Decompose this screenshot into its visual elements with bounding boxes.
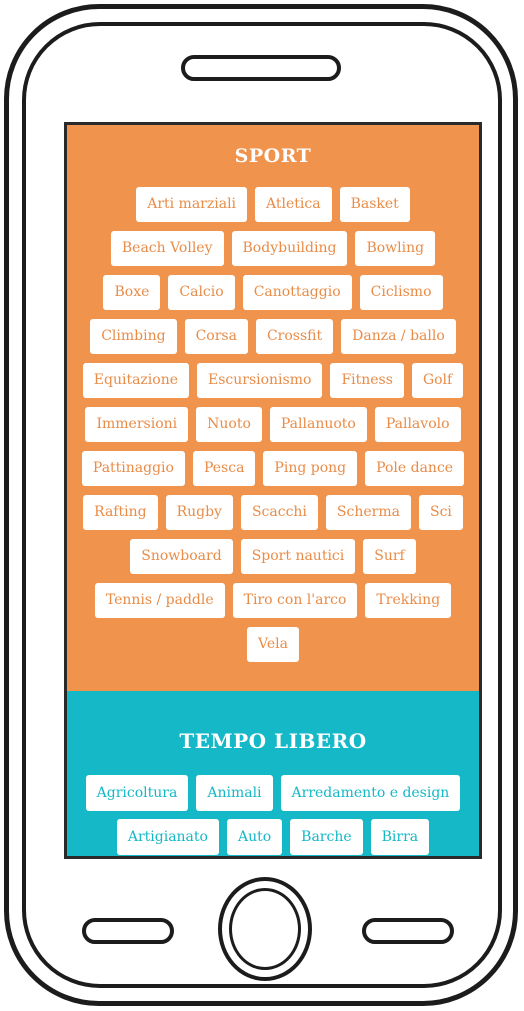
tag-immersioni[interactable]: Immersioni — [85, 407, 189, 442]
tag-snowboard[interactable]: Snowboard — [130, 539, 233, 574]
tag-pole-dance[interactable]: Pole dance — [365, 451, 465, 486]
back-button[interactable] — [82, 918, 174, 944]
tag-barche[interactable]: Barche — [290, 819, 363, 855]
tag-rafting[interactable]: Rafting — [83, 495, 158, 530]
tempo-row: Agricoltura Animali Arredamento e design — [67, 775, 479, 811]
home-button-inner — [229, 888, 301, 970]
tag-danza-ballo[interactable]: Danza / ballo — [341, 319, 456, 354]
sport-row: Boxe Calcio Canottaggio Ciclismo — [67, 275, 479, 310]
tag-tennis-paddle[interactable]: Tennis / paddle — [94, 583, 225, 618]
sport-row: Beach Volley Bodybuilding Bowling — [67, 231, 479, 266]
tag-surf[interactable]: Surf — [363, 539, 416, 574]
tag-trekking[interactable]: Trekking — [365, 583, 452, 618]
sport-row: Arti marziali Atletica Basket — [67, 187, 479, 222]
sport-row: Pattinaggio Pesca Ping pong Pole dance — [67, 451, 479, 486]
tag-golf[interactable]: Golf — [411, 363, 464, 398]
tag-boxe[interactable]: Boxe — [103, 275, 161, 310]
sport-row: Climbing Corsa Crossfit Danza / ballo — [67, 319, 479, 354]
tag-climbing[interactable]: Climbing — [90, 319, 177, 354]
tag-sci[interactable]: Sci — [418, 495, 463, 530]
tag-crossfit[interactable]: Crossfit — [255, 319, 334, 354]
tag-canottaggio[interactable]: Canottaggio — [242, 275, 352, 310]
tag-scherma[interactable]: Scherma — [325, 495, 411, 530]
sport-row: Rafting Rugby Scacchi Scherma Sci — [67, 495, 479, 530]
tag-bowling[interactable]: Bowling — [355, 231, 436, 266]
tag-auto[interactable]: Auto — [226, 819, 283, 855]
tag-scacchi[interactable]: Scacchi — [240, 495, 318, 530]
tag-agricoltura[interactable]: Agricoltura — [85, 775, 189, 811]
tag-artigianato[interactable]: Artigianato — [116, 819, 219, 855]
tempo-libero-title: TEMPO LIBERO — [179, 729, 367, 753]
tag-calcio[interactable]: Calcio — [168, 275, 235, 310]
tag-pattinaggio[interactable]: Pattinaggio — [81, 451, 185, 486]
menu-button[interactable] — [362, 918, 454, 944]
tag-atletica[interactable]: Atletica — [255, 187, 332, 222]
speaker-slot — [181, 55, 341, 81]
sport-row: Equitazione Escursionismo Fitness Golf — [67, 363, 479, 398]
sport-row: Immersioni Nuoto Pallanuoto Pallavolo — [67, 407, 479, 442]
tag-arti-marziali[interactable]: Arti marziali — [136, 187, 248, 222]
sport-row: Snowboard Sport nautici Surf — [67, 539, 479, 574]
tag-ciclismo[interactable]: Ciclismo — [359, 275, 443, 310]
tag-corsa[interactable]: Corsa — [184, 319, 248, 354]
sport-row: Tennis / paddle Tiro con l'arco Trekking — [67, 583, 479, 618]
sport-section: SPORT Arti marziali Atletica Basket Beach V… — [67, 125, 479, 691]
tag-ping-pong[interactable]: Ping pong — [263, 451, 358, 486]
phone-screen: SPORT Arti marziali Atletica Basket Beach V… — [64, 122, 482, 859]
tag-escursionismo[interactable]: Escursionismo — [197, 363, 323, 398]
sport-title: SPORT — [234, 145, 312, 167]
tempo-libero-section: TEMPO LIBERO Agricoltura Animali Arredamen… — [67, 691, 479, 856]
tag-pallanuoto[interactable]: Pallanuoto — [269, 407, 367, 442]
tag-animali[interactable]: Animali — [196, 775, 273, 811]
tag-arredamento-e-design[interactable]: Arredamento e design — [280, 775, 461, 811]
tag-pallavolo[interactable]: Pallavolo — [374, 407, 461, 442]
tag-pesca[interactable]: Pesca — [192, 451, 256, 486]
tag-rugby[interactable]: Rugby — [165, 495, 233, 530]
tempo-row: Artigianato Auto Barche Birra — [67, 819, 479, 855]
tag-equitazione[interactable]: Equitazione — [82, 363, 189, 398]
tag-bodybuilding[interactable]: Bodybuilding — [231, 231, 348, 266]
sport-row: Vela — [67, 627, 479, 662]
tag-sport-nautici[interactable]: Sport nautici — [240, 539, 356, 574]
tag-vela[interactable]: Vela — [247, 627, 299, 662]
tag-fitness[interactable]: Fitness — [330, 363, 404, 398]
tempo-libero-tags: Agricoltura Animali Arredamento e design Ar… — [67, 775, 479, 856]
tag-birra[interactable]: Birra — [370, 819, 430, 855]
tag-nuoto[interactable]: Nuoto — [196, 407, 262, 442]
sport-tags: Arti marziali Atletica Basket Beach Volley B… — [67, 187, 479, 671]
tag-tiro-con-l-arco[interactable]: Tiro con l'arco — [232, 583, 358, 618]
tag-beach-volley[interactable]: Beach Volley — [110, 231, 224, 266]
tag-basket[interactable]: Basket — [339, 187, 410, 222]
